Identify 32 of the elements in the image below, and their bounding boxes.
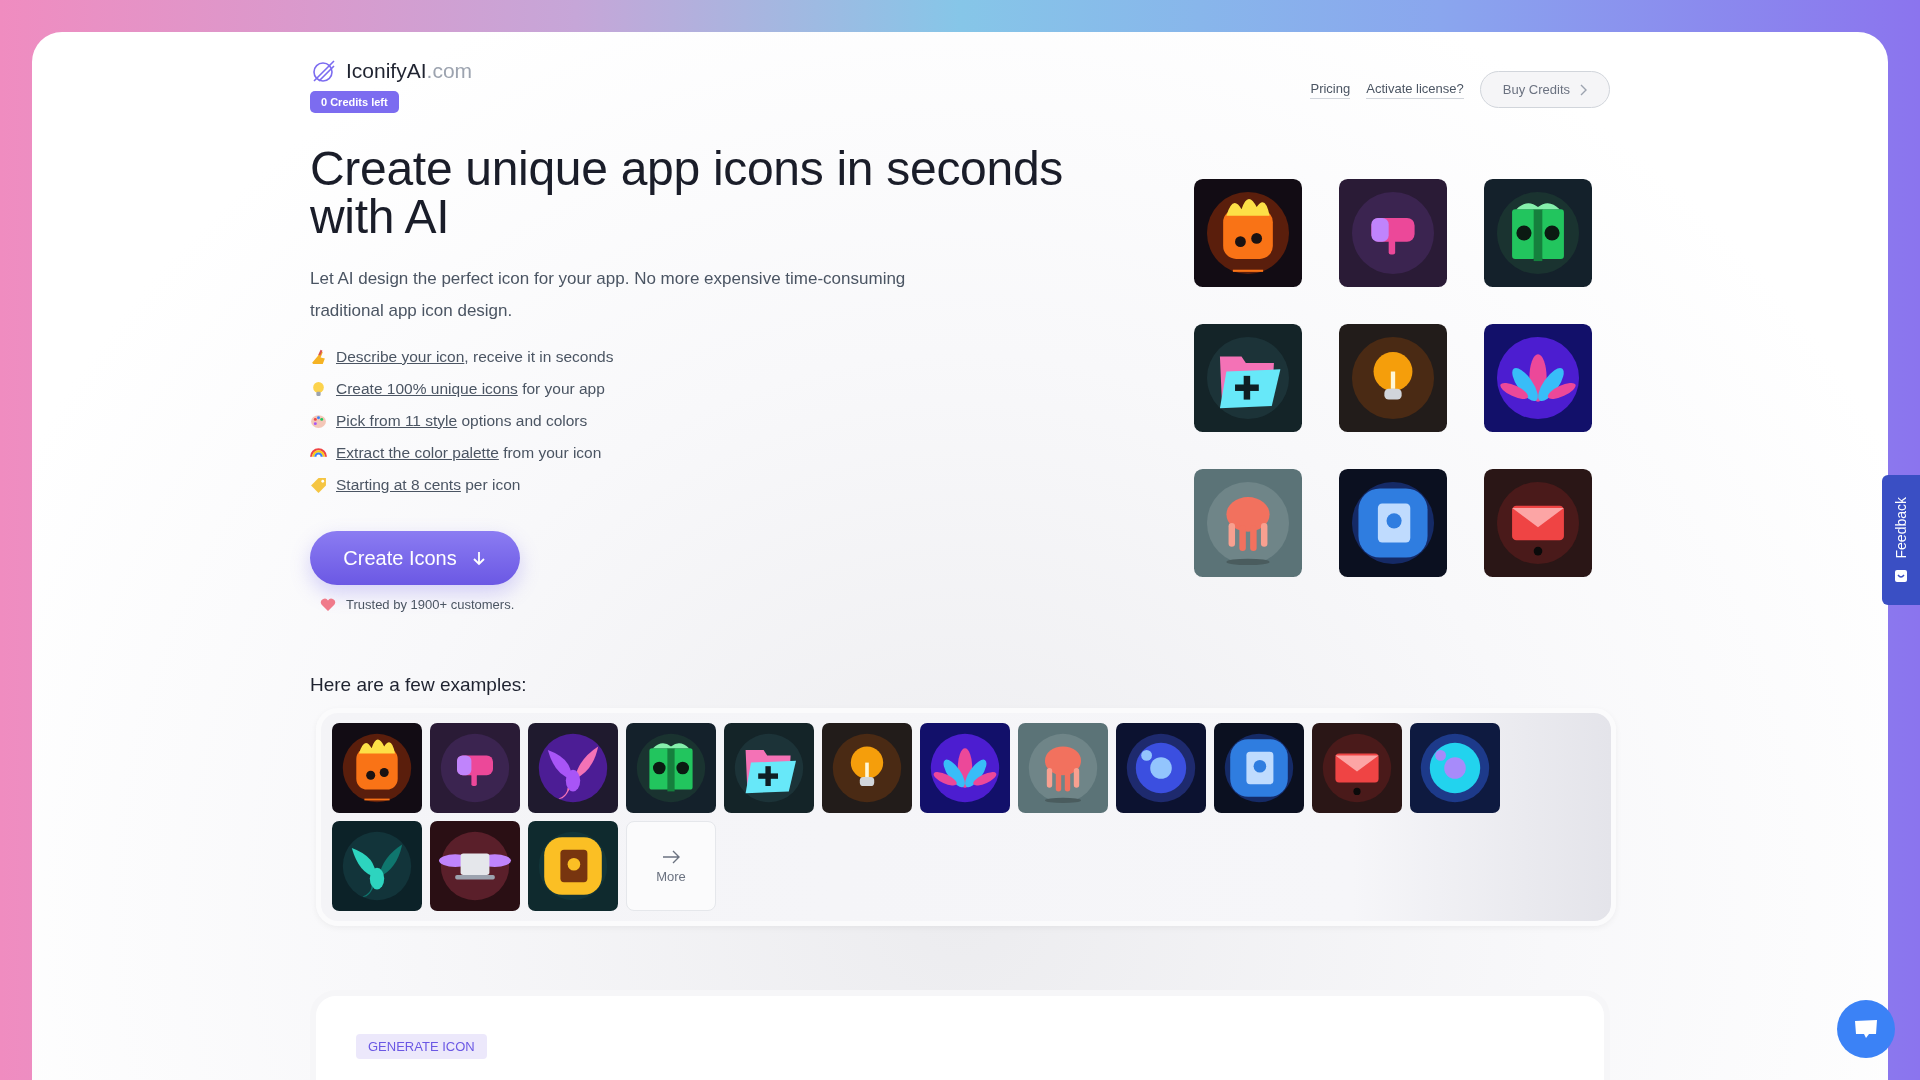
section-tag: GENERATE ICON	[356, 1034, 487, 1059]
feature-link[interactable]: Pick from 11 style	[336, 412, 458, 429]
logo-icon	[310, 57, 338, 85]
feedback-tab[interactable]: Feedback	[1882, 475, 1920, 605]
feature-text: Describe your icon, receive it in seconds	[336, 348, 614, 366]
more-button[interactable]: More	[626, 821, 716, 911]
feature-link[interactable]: Starting at 8 cents	[336, 476, 461, 493]
smiley-icon	[1894, 568, 1908, 583]
logo-text[interactable]: IconifyAI.com	[346, 59, 473, 83]
chevron-right-icon	[1579, 83, 1587, 96]
trust-text: Trusted by 1900+ customers.	[346, 597, 515, 612]
rainbow-icon	[310, 448, 327, 458]
create-icons-button[interactable]: Create Icons	[310, 531, 520, 585]
lightbulb-icon	[310, 380, 327, 398]
nav-link[interactable]: Activate license?	[1366, 80, 1464, 99]
feature-link[interactable]: Create 100% unique icons	[336, 380, 518, 397]
feature-link[interactable]: Extract the color palette	[336, 444, 499, 461]
feature-text: Starting at 8 cents per icon	[336, 476, 521, 494]
arrow-down-icon	[470, 550, 487, 566]
hero-description: Let AI design the perfect icon for your app. No more expensive time-consuming traditional app icon design.	[310, 268, 907, 322]
buy-credits-button[interactable]: Buy Credits	[1479, 71, 1610, 108]
credits-badge: 0 Credits left	[310, 91, 399, 113]
nav-link[interactable]: Pricing	[1310, 80, 1351, 99]
heart-icon	[320, 597, 336, 612]
hero-title: Create unique app icons in seconds with AI	[310, 145, 1064, 241]
feature-text: Extract the color palette from your icon	[336, 444, 602, 462]
arrow-right-icon	[661, 848, 681, 865]
feature-text: Create 100% unique icons for your app	[336, 380, 605, 398]
palette-icon	[310, 412, 327, 430]
tag-icon	[310, 476, 327, 494]
examples-heading: Here are a few examples:	[310, 674, 528, 696]
feature-text: Pick from 11 style options and colors	[336, 412, 588, 430]
